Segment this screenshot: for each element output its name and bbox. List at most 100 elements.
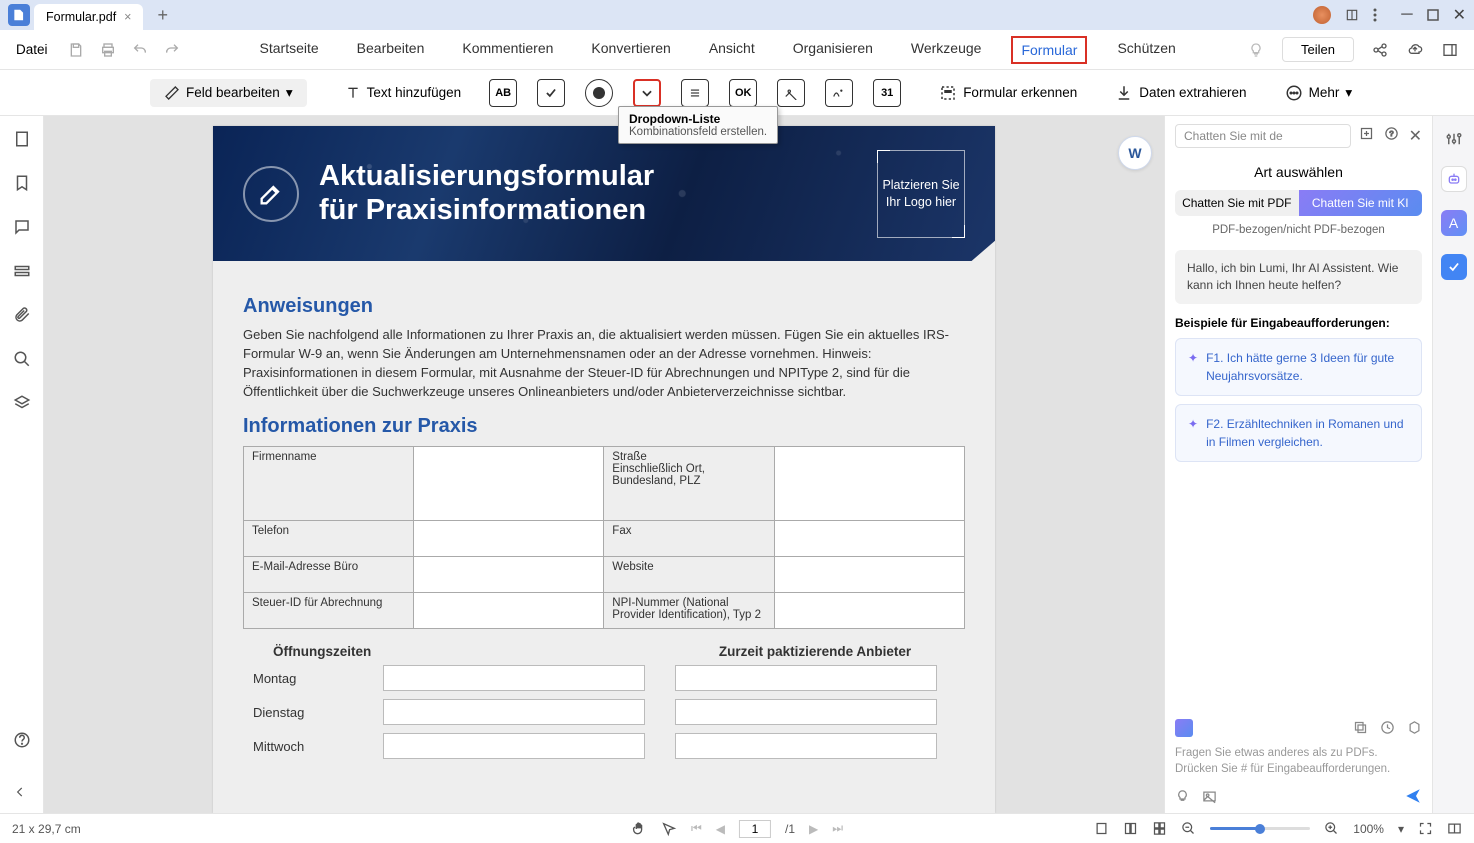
close-tab-icon[interactable]: ×: [124, 10, 131, 24]
new-chat-icon[interactable]: [1359, 126, 1374, 146]
fields-icon[interactable]: [13, 262, 31, 280]
view-single-icon[interactable]: [1123, 821, 1138, 836]
prev-page-icon[interactable]: ◀: [716, 822, 725, 836]
layers-icon[interactable]: [13, 394, 31, 412]
thumbnails-icon[interactable]: [13, 130, 31, 148]
page-number-input[interactable]: [739, 820, 771, 838]
chat-copy-icon[interactable]: [1353, 720, 1368, 735]
date-field-icon[interactable]: 31: [873, 79, 901, 107]
chat-example-1[interactable]: ✦F1. Ich hätte gerne 3 Ideen für gute Ne…: [1175, 338, 1422, 396]
chat-history-icon[interactable]: [1380, 720, 1395, 735]
ai-robot-icon[interactable]: [1441, 166, 1467, 192]
panel-toggle-icon[interactable]: [1442, 42, 1458, 58]
chat-example-2[interactable]: ✦F2. Erzähltechniken in Romanen und in F…: [1175, 404, 1422, 462]
search-icon[interactable]: [13, 350, 31, 368]
user-avatar[interactable]: [1313, 6, 1331, 24]
bookmarks-icon[interactable]: [13, 174, 31, 192]
input-email[interactable]: [414, 557, 604, 593]
button-field-icon[interactable]: OK: [729, 79, 757, 107]
extract-data-button[interactable]: Daten extrahieren: [1115, 84, 1246, 102]
chat-image-icon[interactable]: [1202, 789, 1217, 804]
menu-tab-ansicht[interactable]: Ansicht: [709, 40, 755, 60]
image-field-icon[interactable]: [777, 79, 805, 107]
checkbox-field-icon[interactable]: [537, 79, 565, 107]
input-provider-1[interactable]: [675, 665, 937, 691]
word-export-badge[interactable]: W: [1118, 136, 1152, 170]
attachments-icon[interactable]: [13, 306, 31, 324]
read-mode-icon[interactable]: [1447, 821, 1462, 836]
comments-icon[interactable]: [13, 218, 31, 236]
input-street[interactable]: [774, 447, 964, 521]
chat-search-input[interactable]: Chatten Sie mit de: [1175, 124, 1351, 148]
menu-tab-konvertieren[interactable]: Konvertieren: [591, 40, 670, 60]
zoom-percent[interactable]: 100%: [1353, 822, 1384, 836]
fullscreen-icon[interactable]: [1418, 821, 1433, 836]
menu-file[interactable]: Datei: [16, 42, 48, 57]
redo-icon[interactable]: [164, 42, 180, 58]
more-button[interactable]: Mehr ▾: [1285, 84, 1353, 102]
close-window-icon[interactable]: ✕: [1453, 5, 1466, 25]
zoom-slider[interactable]: [1210, 827, 1310, 830]
first-page-icon[interactable]: ⏮: [691, 821, 702, 836]
zoom-in-icon[interactable]: [1324, 821, 1339, 836]
link-share-icon[interactable]: [1372, 42, 1388, 58]
signature-field-icon[interactable]: [825, 79, 853, 107]
input-hours-wed[interactable]: [383, 733, 645, 759]
recognize-form-button[interactable]: Formular erkennen: [939, 84, 1077, 102]
zoom-out-icon[interactable]: [1181, 821, 1196, 836]
input-website[interactable]: [774, 557, 964, 593]
lightbulb-icon[interactable]: [1248, 42, 1264, 58]
ai-translate-icon[interactable]: A: [1441, 210, 1467, 236]
input-provider-2[interactable]: [675, 699, 937, 725]
chat-settings-icon[interactable]: [1407, 720, 1422, 735]
document-tab[interactable]: Formular.pdf ×: [34, 4, 143, 30]
input-taxid[interactable]: [414, 593, 604, 629]
text-field-icon[interactable]: AB: [489, 79, 517, 107]
collapse-sidebar-icon[interactable]: [13, 785, 31, 803]
field-edit-button[interactable]: Feld bearbeiten ▾: [150, 79, 307, 107]
last-page-icon[interactable]: ⏭: [832, 821, 843, 836]
kebab-menu-icon[interactable]: [1373, 8, 1377, 22]
input-provider-3[interactable]: [675, 733, 937, 759]
fit-page-icon[interactable]: [1094, 821, 1109, 836]
chat-input-placeholder[interactable]: Fragen Sie etwas anderes als zu PDFs. Dr…: [1175, 745, 1422, 777]
menu-tab-organisieren[interactable]: Organisieren: [793, 40, 873, 60]
toggle-chat-pdf[interactable]: Chatten Sie mit PDF: [1175, 190, 1299, 216]
input-fax[interactable]: [774, 521, 964, 557]
minimize-icon[interactable]: ─: [1401, 6, 1412, 24]
menu-tab-schuetzen[interactable]: Schützen: [1117, 40, 1175, 60]
dropdown-field-icon[interactable]: [633, 79, 661, 107]
menu-tab-kommentieren[interactable]: Kommentieren: [462, 40, 553, 60]
help-icon[interactable]: [13, 731, 31, 749]
menu-tab-bearbeiten[interactable]: Bearbeiten: [357, 40, 425, 60]
input-hours-tue[interactable]: [383, 699, 645, 725]
radio-field-icon[interactable]: [585, 79, 613, 107]
chat-send-icon[interactable]: [1404, 787, 1422, 805]
print-icon[interactable]: [100, 42, 116, 58]
close-chat-icon[interactable]: ✕: [1409, 126, 1422, 146]
select-tool-icon[interactable]: [661, 821, 677, 837]
chat-app-icon[interactable]: [1175, 719, 1193, 737]
input-phone[interactable]: [414, 521, 604, 557]
adjust-icon[interactable]: [1445, 130, 1463, 148]
chat-lightbulb-icon[interactable]: [1175, 789, 1190, 804]
zoom-dropdown-icon[interactable]: ▾: [1398, 822, 1404, 836]
input-company[interactable]: [414, 447, 604, 521]
menu-tab-startseite[interactable]: Startseite: [260, 40, 319, 60]
document-page[interactable]: Aktualisierungsformular für Praxisinform…: [213, 126, 995, 813]
next-page-icon[interactable]: ▶: [809, 822, 818, 836]
ai-check-icon[interactable]: [1441, 254, 1467, 280]
undo-icon[interactable]: [132, 42, 148, 58]
window-mode-icon[interactable]: [1345, 8, 1359, 22]
input-npi[interactable]: [774, 593, 964, 629]
chat-help-icon[interactable]: ?: [1384, 126, 1399, 146]
share-button[interactable]: Teilen: [1282, 37, 1354, 62]
maximize-icon[interactable]: [1427, 9, 1439, 21]
list-field-icon[interactable]: [681, 79, 709, 107]
add-text-button[interactable]: Text hinzufügen: [345, 85, 462, 101]
cloud-icon[interactable]: [1406, 42, 1424, 58]
hand-tool-icon[interactable]: [631, 821, 647, 837]
input-hours-mon[interactable]: [383, 665, 645, 691]
toggle-chat-ai[interactable]: Chatten Sie mit KI: [1299, 190, 1423, 216]
save-icon[interactable]: [68, 42, 84, 58]
